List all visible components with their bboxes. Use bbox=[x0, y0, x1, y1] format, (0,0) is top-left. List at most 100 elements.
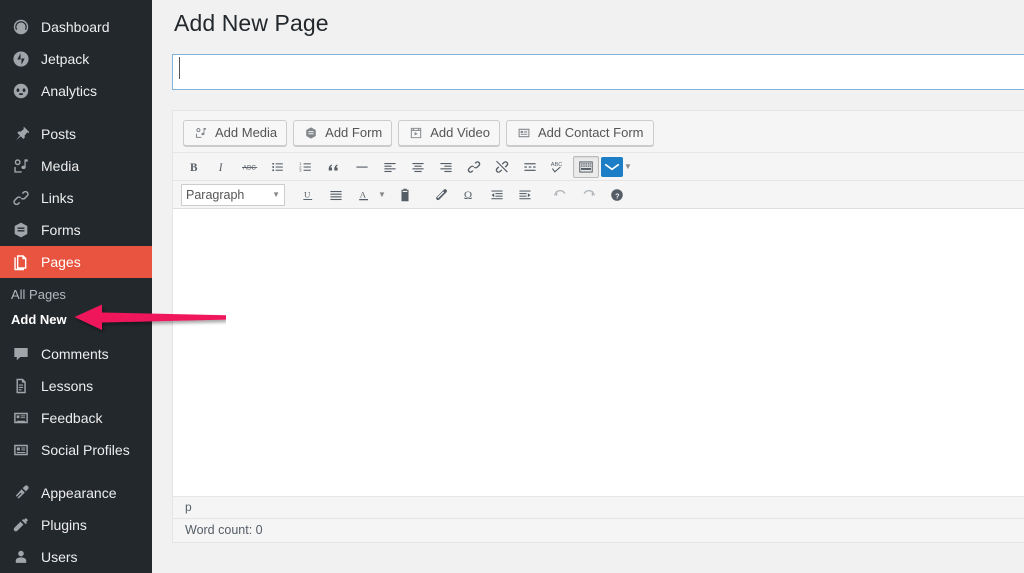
sidebar-item-forms[interactable]: Forms bbox=[0, 214, 152, 246]
horizontal-rule-icon[interactable] bbox=[349, 156, 375, 178]
align-left-icon[interactable] bbox=[377, 156, 403, 178]
sidebar-item-label: Social Profiles bbox=[41, 442, 130, 458]
bold-icon[interactable]: B bbox=[181, 156, 207, 178]
svg-text:Ω: Ω bbox=[464, 190, 472, 202]
sidebar-item-jetpack[interactable]: Jetpack bbox=[0, 43, 152, 75]
menu-group-modules: Comments Lessons Feedback Social Profile… bbox=[0, 338, 152, 466]
editor-element-path: p bbox=[172, 497, 1024, 519]
indent-icon[interactable] bbox=[512, 184, 538, 206]
page-title-input[interactable] bbox=[172, 54, 1024, 90]
text-color-icon[interactable]: A bbox=[351, 184, 377, 206]
strikethrough-icon[interactable]: ABC bbox=[237, 156, 263, 178]
spellcheck-icon[interactable]: ABC bbox=[545, 156, 571, 178]
svg-text:I: I bbox=[218, 162, 224, 174]
sidebar-item-pages[interactable]: Pages bbox=[0, 246, 152, 278]
undo-icon[interactable] bbox=[548, 184, 574, 206]
media-icon bbox=[11, 156, 31, 176]
sidebar-item-label: Jetpack bbox=[41, 51, 90, 67]
sidebar-item-label: Posts bbox=[41, 126, 77, 142]
add-contact-form-label: Add Contact Form bbox=[538, 125, 644, 140]
add-video-button[interactable]: Add Video bbox=[398, 120, 500, 146]
add-media-label: Add Media bbox=[215, 125, 278, 140]
plugins-icon bbox=[11, 515, 31, 535]
sidebar-item-plugins[interactable]: Plugins bbox=[0, 509, 152, 541]
svg-text:U: U bbox=[304, 189, 311, 199]
sidebar-item-appearance[interactable]: Appearance bbox=[0, 477, 152, 509]
outdent-icon[interactable] bbox=[484, 184, 510, 206]
pin-icon bbox=[11, 124, 31, 144]
sidebar-item-media[interactable]: Media bbox=[0, 150, 152, 182]
main-content-area: Add New Page Add Media Add Form Add Vide… bbox=[152, 0, 1024, 573]
lessons-icon bbox=[11, 376, 31, 396]
social-profiles-icon bbox=[11, 440, 31, 460]
add-video-label: Add Video bbox=[430, 125, 490, 140]
feedback-icon bbox=[11, 408, 31, 428]
editor-container: Add Media Add Form Add Video Add Contact… bbox=[172, 110, 1024, 209]
pages-icon bbox=[11, 252, 31, 272]
sidebar-item-label: Pages bbox=[41, 254, 81, 270]
align-center-icon[interactable] bbox=[405, 156, 431, 178]
sidebar-item-social-profiles[interactable]: Social Profiles bbox=[0, 434, 152, 466]
text-color-dropdown-caret-icon[interactable]: ▼ bbox=[378, 190, 386, 199]
justify-icon[interactable] bbox=[323, 184, 349, 206]
add-media-button[interactable]: Add Media bbox=[183, 120, 288, 146]
editor-word-count: Word count: 0 bbox=[172, 519, 1024, 543]
insert-link-icon[interactable] bbox=[461, 156, 487, 178]
underline-icon[interactable]: U bbox=[295, 184, 321, 206]
sidebar-item-label: Analytics bbox=[41, 83, 98, 99]
menu-group-primary: Dashboard Jetpack Analytics bbox=[0, 11, 152, 107]
add-contact-form-button[interactable]: Add Contact Form bbox=[506, 120, 654, 146]
numbered-list-icon[interactable]: 123 bbox=[293, 156, 319, 178]
menu-top-spacer bbox=[0, 0, 152, 11]
special-character-icon[interactable]: Ω bbox=[456, 184, 482, 206]
sidebar-item-analytics[interactable]: Analytics bbox=[0, 75, 152, 107]
sidebar-item-label: Feedback bbox=[41, 410, 103, 426]
sidebar-submenu-pages: All Pages Add New bbox=[0, 278, 152, 338]
align-right-icon[interactable] bbox=[433, 156, 459, 178]
sidebar-item-feedback[interactable]: Feedback bbox=[0, 402, 152, 434]
editor-media-buttons-bar: Add Media Add Form Add Video Add Contact… bbox=[173, 111, 1024, 153]
sidebar-item-label: Lessons bbox=[41, 378, 94, 394]
clear-formatting-icon[interactable] bbox=[428, 184, 454, 206]
grammar-dropdown-caret-icon[interactable]: ▼ bbox=[624, 162, 632, 171]
bullet-list-icon[interactable] bbox=[265, 156, 291, 178]
sidebar-item-links[interactable]: Links bbox=[0, 182, 152, 214]
text-cursor bbox=[179, 57, 180, 79]
svg-text:3: 3 bbox=[299, 167, 302, 172]
blockquote-icon[interactable] bbox=[321, 156, 347, 178]
sidebar-item-label: Users bbox=[41, 549, 78, 565]
format-select[interactable]: Paragraph ▼ bbox=[181, 183, 285, 206]
kitchen-sink-icon[interactable] bbox=[573, 155, 599, 178]
italic-icon[interactable]: I bbox=[209, 156, 235, 178]
menu-divider-spacer-2 bbox=[0, 466, 152, 477]
menu-group-admin: Appearance Plugins Users bbox=[0, 477, 152, 573]
add-form-icon bbox=[303, 125, 319, 141]
sidebar-item-posts[interactable]: Posts bbox=[0, 118, 152, 150]
sidebar-item-label: Links bbox=[41, 190, 74, 206]
read-more-icon[interactable] bbox=[517, 156, 543, 178]
paste-as-text-icon[interactable] bbox=[392, 184, 418, 206]
forms-icon bbox=[11, 220, 31, 240]
sidebar-item-users[interactable]: Users bbox=[0, 541, 152, 573]
editor-content-iframe[interactable] bbox=[172, 209, 1024, 497]
link-icon bbox=[11, 188, 31, 208]
add-media-icon bbox=[193, 125, 209, 141]
sidebar-item-label: Comments bbox=[41, 346, 109, 362]
sidebar-subitem-add-new[interactable]: Add New bbox=[0, 307, 152, 332]
menu-divider-spacer-1 bbox=[0, 107, 152, 118]
sidebar-item-label: Media bbox=[41, 158, 80, 174]
sidebar-item-label: Forms bbox=[41, 222, 81, 238]
sidebar-item-lessons[interactable]: Lessons bbox=[0, 370, 152, 402]
sidebar-item-label: Plugins bbox=[41, 517, 87, 533]
chevron-down-icon: ▼ bbox=[272, 189, 280, 199]
sidebar-item-comments[interactable]: Comments bbox=[0, 338, 152, 370]
sidebar-item-label: Appearance bbox=[41, 485, 117, 501]
add-form-button[interactable]: Add Form bbox=[293, 120, 393, 146]
unlink-icon[interactable] bbox=[489, 156, 515, 178]
help-icon[interactable]: ? bbox=[604, 184, 630, 206]
sidebar-item-dashboard[interactable]: Dashboard bbox=[0, 11, 152, 43]
sidebar-subitem-all-pages[interactable]: All Pages bbox=[0, 282, 152, 307]
redo-icon[interactable] bbox=[576, 184, 602, 206]
add-contact-form-icon bbox=[516, 125, 532, 141]
grammar-check-icon[interactable] bbox=[601, 156, 623, 177]
